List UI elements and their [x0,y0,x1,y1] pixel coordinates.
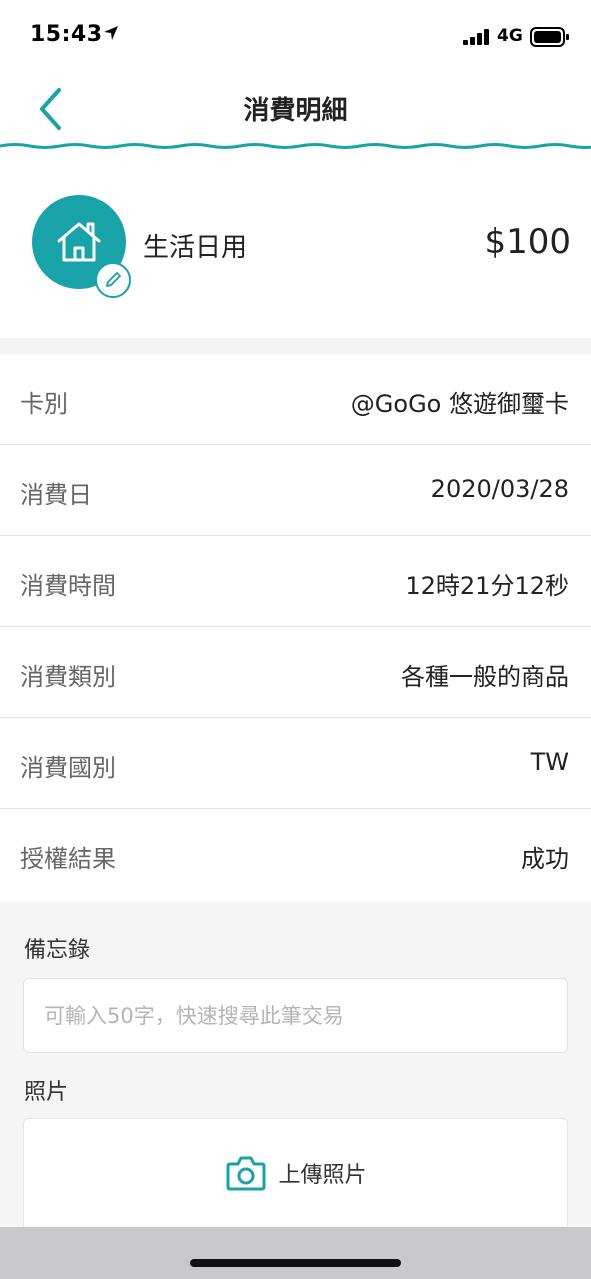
page-title: 消費明細 [243,96,348,126]
upload-photo-button[interactable]: 上傳照片 [23,1118,568,1238]
detail-row-authorization: 授權結果 成功 [0,809,591,900]
row-value: TW [530,748,569,776]
navigation-header: 消費明細 [0,70,591,146]
home-indicator-area [0,1227,591,1279]
row-value: 2020/03/28 [430,475,569,503]
status-time: 15:43 [30,22,103,47]
category-label: 生活日用 [143,233,248,263]
network-type: 4G [497,26,523,46]
section-divider [0,338,591,354]
header-divider [0,143,591,149]
row-label: 卡別 [20,390,68,418]
screen: 15:43 4G 消費明細 生活日用 $100 卡別 @GoGo 悠遊御璽卡 消… [0,0,591,1279]
upload-photo-content: 上傳照片 [24,1155,569,1191]
battery-icon [530,27,570,51]
edit-category-button[interactable] [95,262,131,298]
row-value: 成功 [521,845,569,873]
row-value: 各種一般的商品 [401,663,569,691]
camera-icon [226,1156,266,1191]
detail-row-time: 消費時間 12時21分12秒 [0,536,591,627]
notes-section: 備忘錄 照片 上傳照片 [0,902,591,1238]
detail-row-country: 消費國別 TW [0,718,591,809]
row-label: 授權結果 [20,845,116,873]
cellular-signal-icon [463,29,491,45]
home-indicator[interactable] [190,1259,401,1267]
detail-list: 卡別 @GoGo 悠遊御璽卡 消費日 2020/03/28 消費時間 12時21… [0,354,591,900]
row-label: 消費類別 [20,663,116,691]
detail-row-merchant-category: 消費類別 各種一般的商品 [0,627,591,718]
row-label: 消費國別 [20,754,116,782]
row-label: 消費時間 [20,572,116,600]
upload-photo-label: 上傳照片 [278,1163,367,1188]
pencil-icon [106,272,121,287]
row-value: @GoGo 悠遊御璽卡 [350,390,569,418]
detail-row-date: 消費日 2020/03/28 [0,445,591,536]
transaction-summary: 生活日用 $100 [0,150,591,338]
row-value: 12時21分12秒 [405,572,569,600]
house-icon [57,222,101,262]
row-label: 消費日 [20,481,92,509]
location-arrow-icon [103,25,119,45]
memo-label: 備忘錄 [24,938,91,963]
transaction-amount: $100 [484,222,571,262]
memo-input[interactable] [23,978,568,1053]
status-bar: 15:43 4G [0,0,591,70]
detail-row-card-type: 卡別 @GoGo 悠遊御璽卡 [0,354,591,445]
photo-label: 照片 [24,1080,69,1105]
